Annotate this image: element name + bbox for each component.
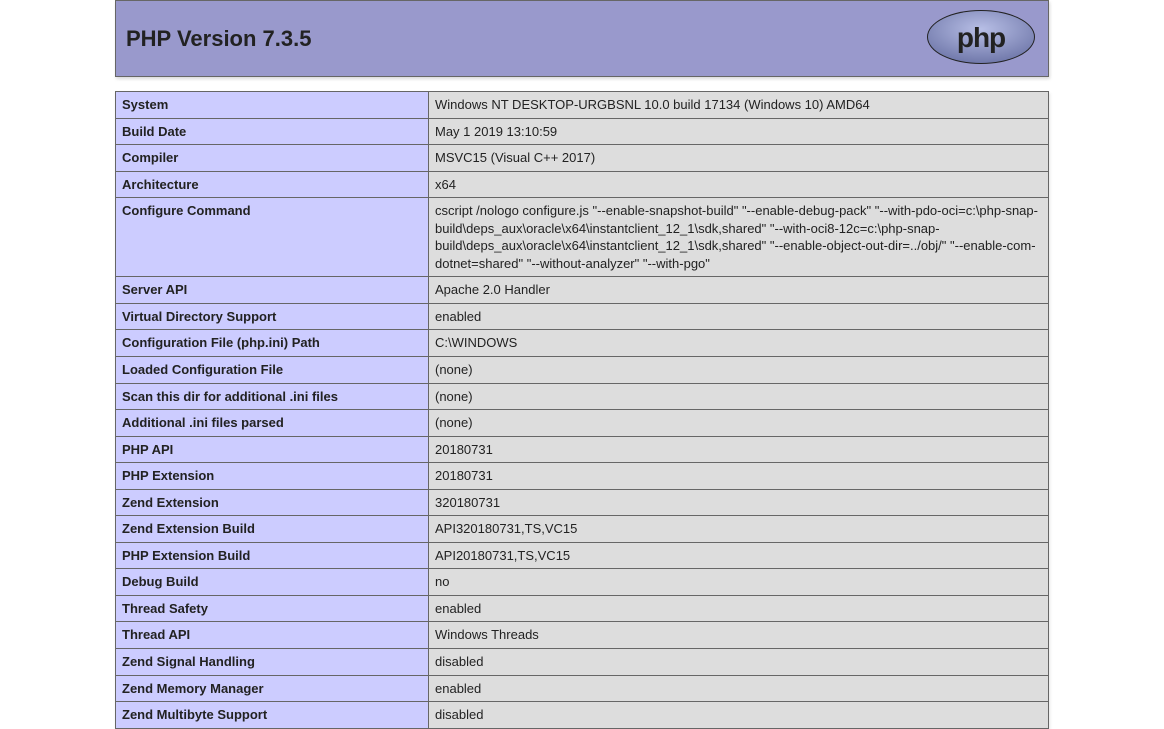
config-label: PHP Extension Build [116, 542, 429, 569]
config-value: Windows NT DESKTOP-URGBSNL 10.0 build 17… [429, 92, 1049, 119]
config-value: Apache 2.0 Handler [429, 277, 1049, 304]
config-label: Scan this dir for additional .ini files [116, 383, 429, 410]
table-row: Zend Signal Handlingdisabled [116, 649, 1049, 676]
table-row: Loaded Configuration File(none) [116, 357, 1049, 384]
config-label: Thread API [116, 622, 429, 649]
config-label: Zend Memory Manager [116, 675, 429, 702]
table-row: Thread Safetyenabled [116, 595, 1049, 622]
config-label: Additional .ini files parsed [116, 410, 429, 437]
config-value: MSVC15 (Visual C++ 2017) [429, 145, 1049, 172]
config-label: System [116, 92, 429, 119]
table-row: PHP API20180731 [116, 436, 1049, 463]
config-label: Loaded Configuration File [116, 357, 429, 384]
config-value: enabled [429, 303, 1049, 330]
table-row: Architecturex64 [116, 171, 1049, 198]
table-row: Zend Extension BuildAPI320180731,TS,VC15 [116, 516, 1049, 543]
page-title: PHP Version 7.3.5 [126, 26, 311, 52]
config-label: Zend Signal Handling [116, 649, 429, 676]
svg-text:php: php [957, 22, 1005, 53]
config-value: x64 [429, 171, 1049, 198]
config-label: Debug Build [116, 569, 429, 596]
table-row: Virtual Directory Supportenabled [116, 303, 1049, 330]
php-logo-icon: php [926, 9, 1036, 68]
table-row: Configuration File (php.ini) PathC:\WIND… [116, 330, 1049, 357]
config-value: Windows Threads [429, 622, 1049, 649]
config-label: PHP Extension [116, 463, 429, 490]
config-value: cscript /nologo configure.js "--enable-s… [429, 198, 1049, 277]
config-label: PHP API [116, 436, 429, 463]
table-row: SystemWindows NT DESKTOP-URGBSNL 10.0 bu… [116, 92, 1049, 119]
config-value: disabled [429, 702, 1049, 729]
config-label: Thread Safety [116, 595, 429, 622]
config-value: (none) [429, 357, 1049, 384]
config-label: Virtual Directory Support [116, 303, 429, 330]
config-label: Build Date [116, 118, 429, 145]
config-label: Compiler [116, 145, 429, 172]
config-label: Architecture [116, 171, 429, 198]
config-value: C:\WINDOWS [429, 330, 1049, 357]
config-value: API20180731,TS,VC15 [429, 542, 1049, 569]
table-row: Debug Buildno [116, 569, 1049, 596]
config-value: 20180731 [429, 463, 1049, 490]
config-value: May 1 2019 13:10:59 [429, 118, 1049, 145]
config-value: no [429, 569, 1049, 596]
table-row: Zend Extension320180731 [116, 489, 1049, 516]
config-value: disabled [429, 649, 1049, 676]
table-row: Additional .ini files parsed(none) [116, 410, 1049, 437]
config-label: Zend Extension [116, 489, 429, 516]
config-value: 20180731 [429, 436, 1049, 463]
table-row: Thread APIWindows Threads [116, 622, 1049, 649]
table-row: Configure Commandcscript /nologo configu… [116, 198, 1049, 277]
phpinfo-header: PHP Version 7.3.5 php [115, 0, 1049, 77]
table-row: Server APIApache 2.0 Handler [116, 277, 1049, 304]
config-label: Zend Extension Build [116, 516, 429, 543]
config-value: API320180731,TS,VC15 [429, 516, 1049, 543]
config-label: Configure Command [116, 198, 429, 277]
table-row: CompilerMSVC15 (Visual C++ 2017) [116, 145, 1049, 172]
config-value: (none) [429, 383, 1049, 410]
config-value: 320180731 [429, 489, 1049, 516]
config-label: Server API [116, 277, 429, 304]
config-label: Configuration File (php.ini) Path [116, 330, 429, 357]
table-row: PHP Extension20180731 [116, 463, 1049, 490]
config-value: (none) [429, 410, 1049, 437]
table-row: Zend Multibyte Supportdisabled [116, 702, 1049, 729]
config-value: enabled [429, 595, 1049, 622]
table-row: Build DateMay 1 2019 13:10:59 [116, 118, 1049, 145]
phpinfo-table: SystemWindows NT DESKTOP-URGBSNL 10.0 bu… [115, 91, 1049, 729]
config-label: Zend Multibyte Support [116, 702, 429, 729]
table-row: Zend Memory Managerenabled [116, 675, 1049, 702]
table-row: PHP Extension BuildAPI20180731,TS,VC15 [116, 542, 1049, 569]
config-value: enabled [429, 675, 1049, 702]
table-row: Scan this dir for additional .ini files(… [116, 383, 1049, 410]
